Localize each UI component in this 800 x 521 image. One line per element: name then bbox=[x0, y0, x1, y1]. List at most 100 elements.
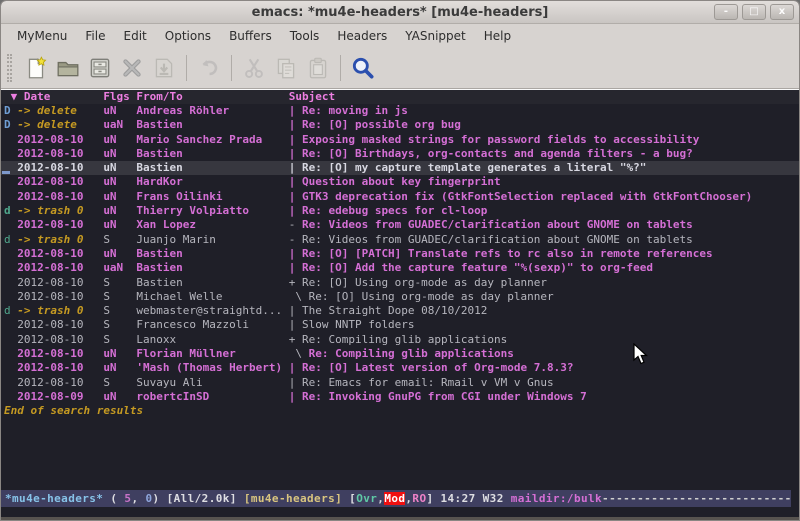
header-row[interactable]: d-> trash 0SJuanjo Marin-Re: Videos from… bbox=[1, 233, 799, 247]
header-row[interactable]: 2012-08-10uNXan Lopez-Re: Videos from GU… bbox=[1, 218, 799, 232]
column-flags[interactable]: Flgs bbox=[103, 90, 136, 104]
save-as-icon bbox=[151, 55, 177, 81]
header-row[interactable]: 2012-08-10SMichael Welle \ Re: [O] Using… bbox=[1, 290, 799, 304]
row-date: 2012-08-10 bbox=[17, 161, 103, 175]
row-mark bbox=[4, 347, 17, 361]
header-row[interactable]: d-> trash 0uNThierry Volpiatto|Re: edebu… bbox=[1, 204, 799, 218]
header-row[interactable]: 2012-08-10SBastien+Re: [O] Using org-mod… bbox=[1, 276, 799, 290]
modeline-readonly-flag: RO bbox=[412, 492, 426, 505]
modeline-text: , bbox=[131, 492, 145, 505]
modeline-text bbox=[237, 492, 244, 505]
row-mark bbox=[4, 376, 17, 390]
row-from: Bastien bbox=[136, 261, 288, 275]
row-flags: uN bbox=[103, 147, 136, 161]
row-from: HardKor bbox=[136, 175, 288, 189]
row-mark bbox=[4, 175, 17, 189]
menu-help[interactable]: Help bbox=[476, 27, 519, 45]
minimize-button[interactable]: - bbox=[714, 4, 738, 20]
row-mark bbox=[4, 190, 17, 204]
toolbar-drag-handle[interactable] bbox=[7, 54, 12, 82]
row-from: Bastien bbox=[136, 118, 288, 132]
header-row[interactable]: 2012-08-09uNrobertcInSD|Re: Invoking Gnu… bbox=[1, 390, 799, 404]
column-from-to[interactable]: From/To bbox=[136, 90, 288, 104]
header-row[interactable]: 2012-08-10uNBastien|Re: [O] Birthdays, o… bbox=[1, 147, 799, 161]
header-row[interactable]: 2012-08-10uNBastien|Re: [O] [PATCH] Tran… bbox=[1, 247, 799, 261]
menu-tools[interactable]: Tools bbox=[282, 27, 328, 45]
emacs-window: emacs: *mu4e-headers* [mu4e-headers] - □… bbox=[0, 0, 800, 521]
row-date: 2012-08-10 bbox=[17, 376, 103, 390]
menu-mymenu[interactable]: MyMenu bbox=[9, 27, 75, 45]
row-subject: Re: [O] Using org-mode as day planner bbox=[302, 276, 547, 289]
header-row[interactable]: 2012-08-10SLanoxx+Re: Compiling glib app… bbox=[1, 333, 799, 347]
header-row[interactable]: 2012-08-10uNFrans Oilinki|GTK3 deprecati… bbox=[1, 190, 799, 204]
row-thread-separator: | bbox=[289, 175, 302, 189]
toolbar-separator bbox=[231, 55, 232, 81]
row-thread-separator: \ bbox=[289, 347, 302, 361]
row-mark bbox=[4, 133, 17, 147]
row-date: 2012-08-10 bbox=[17, 133, 103, 147]
row-from: Bastien bbox=[136, 147, 288, 161]
new-file-button[interactable] bbox=[20, 52, 52, 84]
menu-yasnippet[interactable]: YASnippet bbox=[397, 27, 474, 45]
row-mark: d bbox=[4, 233, 17, 247]
copy-icon bbox=[273, 55, 299, 81]
column-subject[interactable]: Subject bbox=[289, 90, 335, 103]
headers-column-header[interactable]: ▼ DateFlgsFrom/ToSubject bbox=[1, 90, 799, 104]
row-subject: Re: [O] Latest version of Org-mode 7.8.3… bbox=[302, 361, 574, 374]
row-thread-separator: | bbox=[289, 361, 302, 375]
menu-buffers[interactable]: Buffers bbox=[221, 27, 280, 45]
save-buffer-button[interactable] bbox=[84, 52, 116, 84]
header-row[interactable]: 2012-08-10uNHardKor|Question about key f… bbox=[1, 175, 799, 189]
cut-icon bbox=[241, 55, 267, 81]
row-subject: The Straight Dope 08/10/2012 bbox=[302, 304, 487, 317]
menu-options[interactable]: Options bbox=[157, 27, 219, 45]
column-date[interactable]: ▼ Date bbox=[11, 90, 104, 104]
header-row[interactable]: 2012-08-10uNBastien|Re: [O] my capture t… bbox=[1, 161, 799, 175]
header-row[interactable]: 2012-08-10SSuvayu Ali|Re: Emacs for emai… bbox=[1, 376, 799, 390]
row-flags: S bbox=[103, 276, 136, 290]
header-row[interactable]: d-> trash 0Swebmaster@straightd...|The S… bbox=[1, 304, 799, 318]
row-from: Thierry Volpiatto bbox=[136, 204, 288, 218]
open-file-button[interactable] bbox=[52, 52, 84, 84]
header-row[interactable]: 2012-08-10SFrancesco Mazzoli|Slow NNTP f… bbox=[1, 318, 799, 332]
header-row[interactable]: 2012-08-10uN'Mash (Thomas Herbert)|Re: [… bbox=[1, 361, 799, 375]
row-date: 2012-08-10 bbox=[17, 175, 103, 189]
menu-headers[interactable]: Headers bbox=[329, 27, 395, 45]
close-button[interactable]: x bbox=[770, 4, 794, 20]
row-mark bbox=[4, 276, 17, 290]
echo-area[interactable] bbox=[1, 507, 799, 520]
maximize-button[interactable]: □ bbox=[742, 4, 766, 20]
row-mark: d bbox=[4, 304, 17, 318]
row-date: 2012-08-10 bbox=[17, 333, 103, 347]
row-from: Xan Lopez bbox=[136, 218, 288, 232]
row-subject: Re: Compiling glib applications bbox=[302, 347, 514, 360]
mu4e-headers-buffer[interactable]: ▼ DateFlgsFrom/ToSubject D-> deleteuNAnd… bbox=[1, 89, 799, 490]
row-flags: uN bbox=[103, 175, 136, 189]
search-button[interactable] bbox=[347, 52, 379, 84]
kill-buffer-button[interactable] bbox=[116, 52, 148, 84]
header-rows: D-> deleteuNAndreas Röhler|Re: moving in… bbox=[1, 104, 799, 404]
header-row[interactable]: 2012-08-10uNFlorian Müllner \ Re: Compil… bbox=[1, 347, 799, 361]
modeline-size: [All/2.0k] bbox=[167, 492, 237, 505]
row-thread-separator: | bbox=[289, 247, 302, 261]
row-from: robertcInSD bbox=[136, 390, 288, 404]
row-date: 2012-08-10 bbox=[17, 247, 103, 261]
row-from: Bastien bbox=[136, 247, 288, 261]
header-row[interactable]: 2012-08-10uNMario Sanchez Prada|Exposing… bbox=[1, 133, 799, 147]
header-row[interactable]: D-> deleteuNAndreas Röhler|Re: moving in… bbox=[1, 104, 799, 118]
titlebar[interactable]: emacs: *mu4e-headers* [mu4e-headers] - □… bbox=[1, 1, 799, 24]
toolbar-separator bbox=[186, 55, 187, 81]
row-from: Bastien bbox=[136, 161, 288, 175]
menu-file[interactable]: File bbox=[77, 27, 113, 45]
row-subject: Question about key fingerprint bbox=[302, 175, 501, 188]
modeline-text: ] bbox=[426, 492, 440, 505]
row-flags: uN bbox=[103, 347, 136, 361]
menu-edit[interactable]: Edit bbox=[116, 27, 155, 45]
row-date: -> trash 0 bbox=[17, 204, 103, 218]
header-row[interactable]: 2012-08-10uaNBastien|Re: [O] Add the cap… bbox=[1, 261, 799, 275]
row-mark bbox=[4, 290, 17, 304]
modeline-maildir: maildir:/bulk bbox=[511, 492, 602, 505]
row-mark: D bbox=[4, 118, 17, 132]
row-thread-separator: | bbox=[289, 190, 302, 204]
header-row[interactable]: D-> deleteuaNBastien|Re: [O] possible or… bbox=[1, 118, 799, 132]
